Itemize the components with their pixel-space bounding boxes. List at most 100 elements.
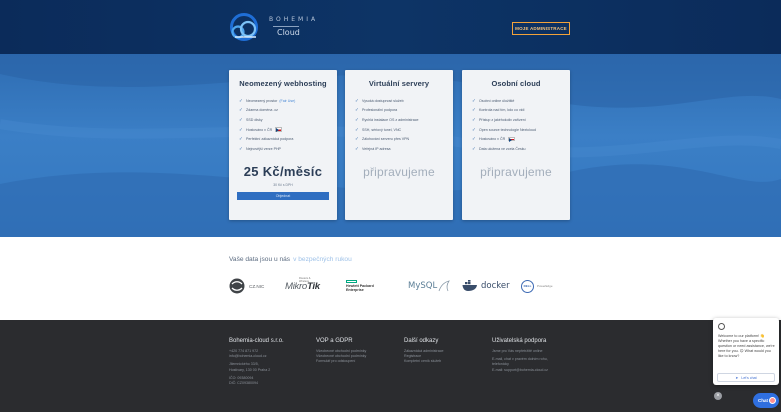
czech-flag-icon [275,127,283,132]
plan-coming-soon: připravujeme [363,164,435,179]
feature-text: Zálohování serveru přes VPN [362,137,410,142]
hpe-box-icon [346,280,357,283]
footer-address-line: Hostivary, 130 00 Praha 2 [229,367,271,372]
plan-feature: ✓ Veřejná IP adresa [355,144,453,154]
plan-feature-list: ✓ Osobní online úložiště ✓ Kontrola nad tí… [472,96,570,154]
check-icon: ✓ [472,145,476,151]
cloud-logo-icon [230,13,258,41]
check-icon: ✓ [472,97,476,103]
check-icon: ✓ [355,126,359,132]
plan-feature: ✓ Data uložena ve zcela Česku [472,144,570,154]
footer-column-title: VOP a GDPR [316,338,353,344]
feature-text: Neomezený prostor [246,98,278,103]
chat-launcher-label: Chat [758,398,768,403]
lets-chat-button[interactable]: ➤ Let's chat [717,373,775,382]
footer-column-title: Další odkazy [404,338,439,344]
dell-mark-icon: DELL [521,279,534,293]
check-icon: ✓ [472,116,476,122]
check-icon: ✓ [472,107,476,113]
check-icon: ✓ [355,116,359,122]
partner-logo-row: CZ.NIC Routers & Wireless MikroTik Hewle… [229,276,589,296]
plan-feature: ✓ Zálohování serveru přes VPN [355,134,453,144]
check-icon: ✓ [355,107,359,113]
plans-section: Neomezený webhosting ✓ Neomezený prostor(… [0,54,781,237]
hpe-wordmark: Hewlett Packard Enterprise [346,284,374,292]
check-icon: ✓ [239,97,243,103]
feature-text: Kontrola nad tím, kdo co vidí [479,108,525,113]
plan-feature: ✓ Rychlá instalace OS z administrace [355,115,453,125]
plan-feature: ✓ Hostováno v ČR [239,125,337,135]
footer-link[interactable]: Kompletní ceník služeb [404,359,444,364]
plan-feature: ✓ Kontrola nad tím, kdo co vidí [472,106,570,116]
check-icon: ✓ [239,107,243,113]
check-icon: ✓ [355,97,359,103]
footer-link[interactable]: Formulář pro odstoupení [316,359,366,364]
plan-title: Neomezený webhosting [239,79,327,88]
check-icon: ✓ [239,116,243,122]
footer-email[interactable]: info@bohemia-cloud.cz [229,354,284,359]
order-button[interactable]: Objednat [237,191,329,200]
mikrotik-logo: Routers & Wireless MikroTik [285,276,320,296]
chat-popup: Welcome to our platform! 👋 Whether you h… [713,318,779,385]
feature-text: SSH, sériový tunel, VNC [362,127,402,132]
chat-bot-avatar-icon [718,323,725,330]
plan-feature-list: ✓ Neomezený prostor (Fair Use) ✓ Zdarma dom… [239,96,337,154]
plan-feature: ✓ Profesionální podpora [355,106,453,116]
feature-text: Profesionální podpora [362,108,398,113]
partners-heading: Vaše data jsou u nás v bezpečných rukou [229,256,352,263]
cz-nic-text: CZ.NIC [249,283,265,289]
check-icon: ✓ [355,145,359,151]
footer-column-company: Bohemia-cloud s.r.o. +420 774 871 972 in… [229,338,284,386]
footer-text: Jsme pro Vás nepřetržitě online [492,349,543,353]
my-administration-button[interactable]: MOJE ADMINISTRACE [512,22,570,35]
logo-brand-name: BOHEMIA [269,16,319,23]
cz-nic-ball-icon [229,278,245,294]
plan-feature: ✓ Perfektní zákaznická podpora [239,134,337,144]
lets-chat-label: Let's chat [741,375,757,380]
plan-feature: ✓ SSD disky [239,115,337,125]
plan-coming-soon: připravujeme [480,164,552,179]
plan-title: Virtuální servery [368,79,430,88]
footer-column-terms: VOP a GDPR Všeobecné obchodní podmínky V… [316,338,366,365]
dolphin-icon [438,280,451,292]
footer-support-email[interactable]: E-mail: support@bohemia-cloud.cz [492,368,548,373]
feature-text: Nejnovější verze PHP [246,146,281,151]
feature-text: Data uložena ve zcela Česku [479,146,526,151]
chat-close-icon[interactable]: × [714,392,722,400]
feature-text: Přístup z jakéhokoliv zařízení [479,117,526,122]
send-icon: ➤ [735,375,739,380]
feature-text: Open source technologie Nextcloud [479,127,536,132]
feature-text: Zdarma doména .cz [246,108,278,113]
feature-text: Vysoká dostupnost služeb [362,98,404,103]
plan-title: Osobní cloud [491,79,541,88]
hpe-logo: Hewlett Packard Enterprise [346,276,374,296]
chat-welcome-message: Welcome to our platform! 👋 Whether you h… [718,334,775,358]
footer-dic: DIČ: CZ09380094 [229,381,258,386]
chat-notification-dot [769,397,776,404]
feature-text: Hostováno v ČR [479,137,506,142]
feature-text: Rychlá instalace OS z administrace [362,117,419,122]
site-logo[interactable]: BOHEMIA Cloud [229,12,329,44]
docker-whale-icon [462,280,477,291]
plan-feature: ✓ Nejnovější verze PHP [239,144,337,154]
plan-card-personal-cloud: Osobní cloud ✓ Osobní online úložiště ✓ Ko… [462,70,570,220]
check-icon: ✓ [239,136,243,142]
plan-feature: ✓ Neomezený prostor (Fair Use) [239,96,337,106]
site-footer: Bohemia-cloud s.r.o. +420 774 871 972 in… [0,320,781,412]
logo-divider [273,26,299,27]
plan-price-vat: 30 Kč s DPH [273,182,293,187]
plan-feature: ✓ Hostováno v ČR [472,134,570,144]
feature-text: Veřejná IP adresa [362,146,391,151]
site-header: BOHEMIA Cloud MOJE ADMINISTRACE [0,0,781,54]
mikrotik-tagline: Routers & Wireless [299,277,311,283]
plan-card-virtual-servers: Virtuální servery ✓ Vysoká dostupnost slu… [345,70,453,220]
chat-launcher-button[interactable]: Chat [753,393,779,408]
plan-card-webhosting: Neomezený webhosting ✓ Neomezený prostor(… [229,70,337,220]
check-icon: ✓ [355,136,359,142]
footer-column-title: Bohemia-cloud s.r.o. [229,338,284,344]
mysql-wordmark: MySQL [408,281,438,291]
plan-feature: ✓ Open source technologie Nextcloud [472,125,570,135]
docker-wordmark: docker [481,281,510,291]
feature-highlight: (Fair Use) [279,98,296,103]
plan-feature: ✓ Zdarma doména .cz [239,106,337,116]
